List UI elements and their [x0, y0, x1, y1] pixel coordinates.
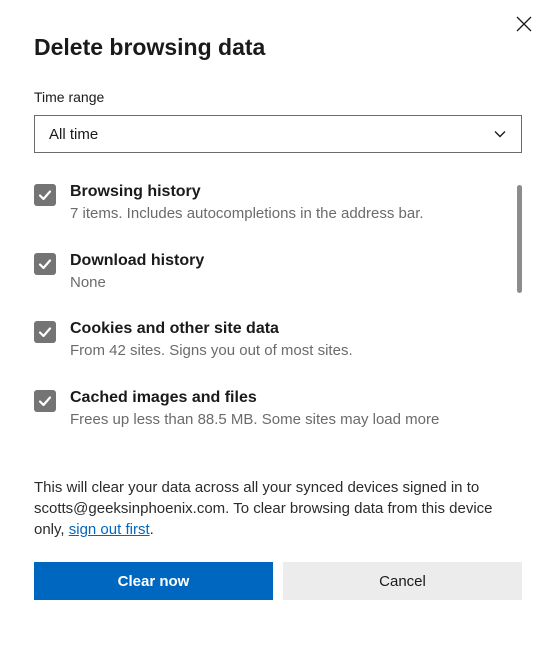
options-list: Browsing history 7 items. Includes autoc… — [34, 183, 522, 463]
option-desc: 7 items. Includes autocompletions in the… — [70, 204, 424, 224]
option-download-history: Download history None — [34, 252, 510, 293]
option-browsing-history: Browsing history 7 items. Includes autoc… — [34, 183, 510, 224]
option-desc: None — [70, 273, 204, 293]
option-title: Cached images and files — [70, 389, 439, 407]
sync-note: This will clear your data across all you… — [34, 477, 522, 540]
sign-out-link[interactable]: sign out first — [69, 521, 150, 538]
checkmark-icon — [37, 393, 53, 409]
checkbox-cookies[interactable] — [34, 321, 56, 343]
chevron-down-icon — [493, 127, 507, 141]
option-title: Download history — [70, 252, 204, 270]
clear-now-button[interactable]: Clear now — [34, 562, 273, 600]
checkmark-icon — [37, 187, 53, 203]
dialog-title: Delete browsing data — [34, 34, 522, 61]
cancel-button[interactable]: Cancel — [283, 562, 522, 600]
time-range-select[interactable]: All time — [34, 115, 522, 153]
option-cookies: Cookies and other site data From 42 site… — [34, 320, 510, 361]
option-title: Browsing history — [70, 183, 424, 201]
option-desc: From 42 sites. Signs you out of most sit… — [70, 341, 353, 361]
checkmark-icon — [37, 324, 53, 340]
close-button[interactable] — [514, 14, 534, 34]
option-desc: Frees up less than 88.5 MB. Some sites m… — [70, 410, 439, 430]
close-icon — [514, 14, 534, 34]
note-suffix: . — [150, 521, 154, 538]
checkbox-download-history[interactable] — [34, 253, 56, 275]
option-cached: Cached images and files Frees up less th… — [34, 389, 510, 430]
checkbox-cached[interactable] — [34, 390, 56, 412]
time-range-value: All time — [49, 126, 98, 143]
time-range-label: Time range — [34, 89, 522, 105]
checkbox-browsing-history[interactable] — [34, 184, 56, 206]
option-title: Cookies and other site data — [70, 320, 353, 338]
scrollbar-thumb[interactable] — [517, 185, 522, 293]
checkmark-icon — [37, 256, 53, 272]
